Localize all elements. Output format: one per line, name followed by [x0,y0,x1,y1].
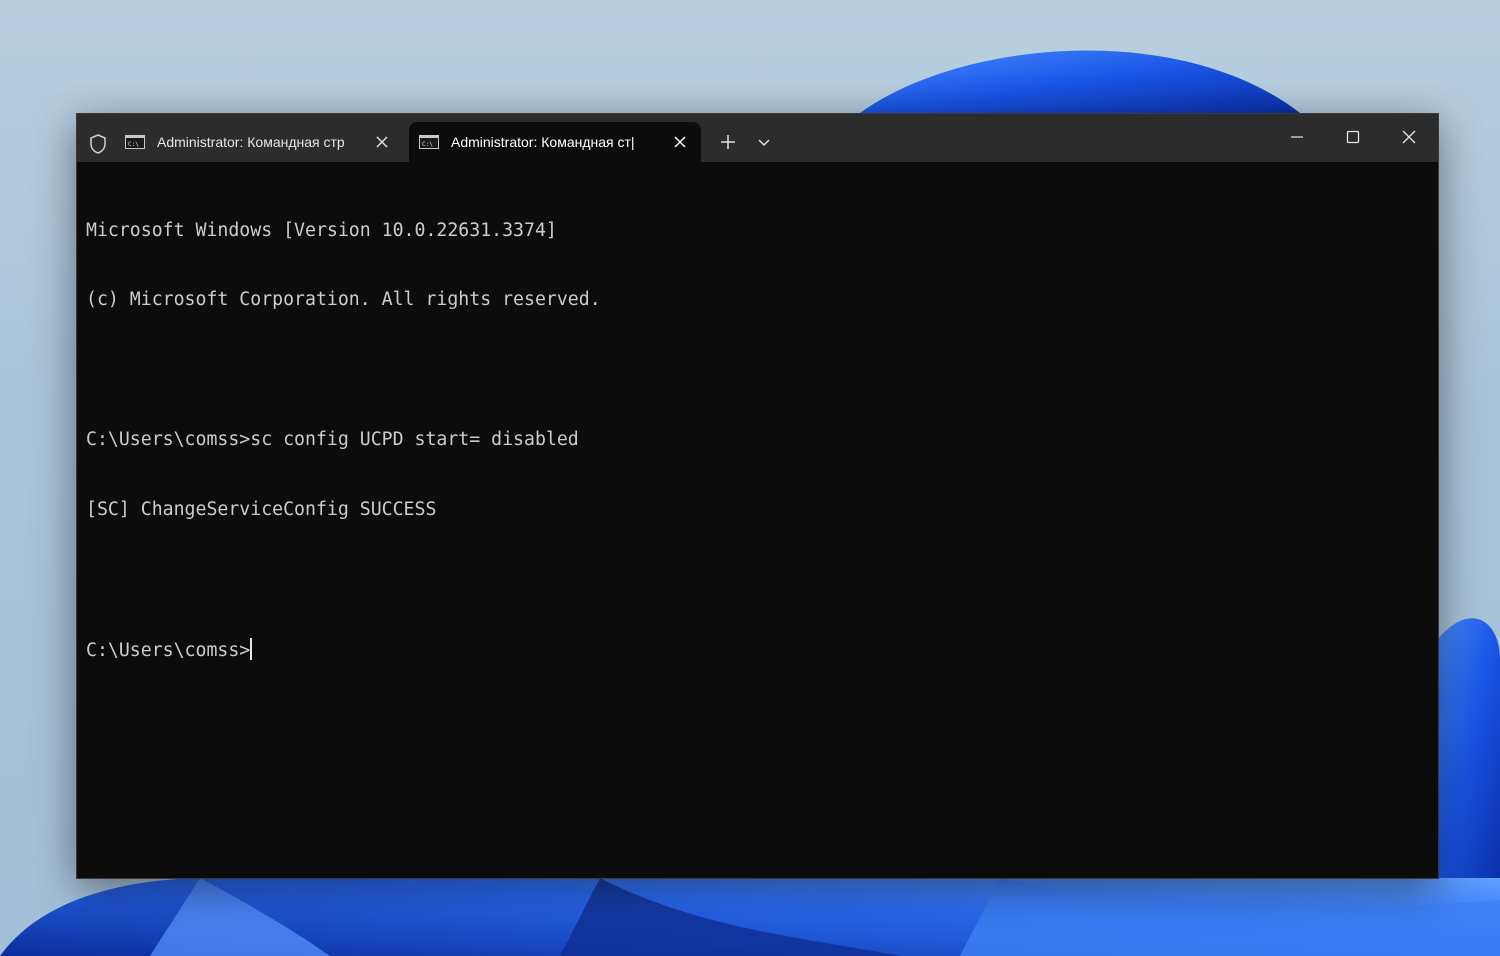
tab-command-prompt-1[interactable]: C:\ Administrator: Командная стр [115,122,403,162]
cmd-icon: C:\ [419,135,439,149]
terminal-line: C:\Users\comss>sc config UCPD start= dis… [86,429,579,451]
terminal-window: C:\ Administrator: Командная стр C:\ Adm… [76,113,1439,879]
terminal-prompt-line[interactable]: C:\Users\comss> [86,637,1426,661]
tab-title: Administrator: Командная стр [157,134,345,150]
title-bar[interactable]: C:\ Administrator: Командная стр C:\ Adm… [77,114,1438,162]
svg-text:C:\: C:\ [422,141,433,148]
terminal-line: [SC] ChangeServiceConfig SUCCESS [86,499,437,521]
minimize-icon[interactable] [1269,114,1325,160]
text-cursor [250,637,253,660]
maximize-icon[interactable] [1325,114,1381,160]
new-tab-icon[interactable] [715,131,741,153]
prompt-text: C:\Users\comss> [86,639,251,661]
tab-dropdown-icon[interactable] [753,132,775,152]
terminal-line: (c) Microsoft Corporation. All rights re… [86,289,601,311]
close-icon[interactable] [1381,114,1437,160]
tab-title: Administrator: Командная ст| [451,134,635,150]
terminal-output[interactable]: Microsoft Windows [Version 10.0.22631.33… [86,172,1426,862]
shield-icon [87,133,109,155]
svg-text:C:\: C:\ [128,141,139,148]
cmd-icon: C:\ [125,135,145,149]
tab-command-prompt-2[interactable]: C:\ Administrator: Командная ст| [409,122,701,162]
tab-close-icon[interactable] [373,133,391,151]
terminal-line: Microsoft Windows [Version 10.0.22631.33… [86,219,557,241]
tab-close-icon[interactable] [671,133,689,151]
